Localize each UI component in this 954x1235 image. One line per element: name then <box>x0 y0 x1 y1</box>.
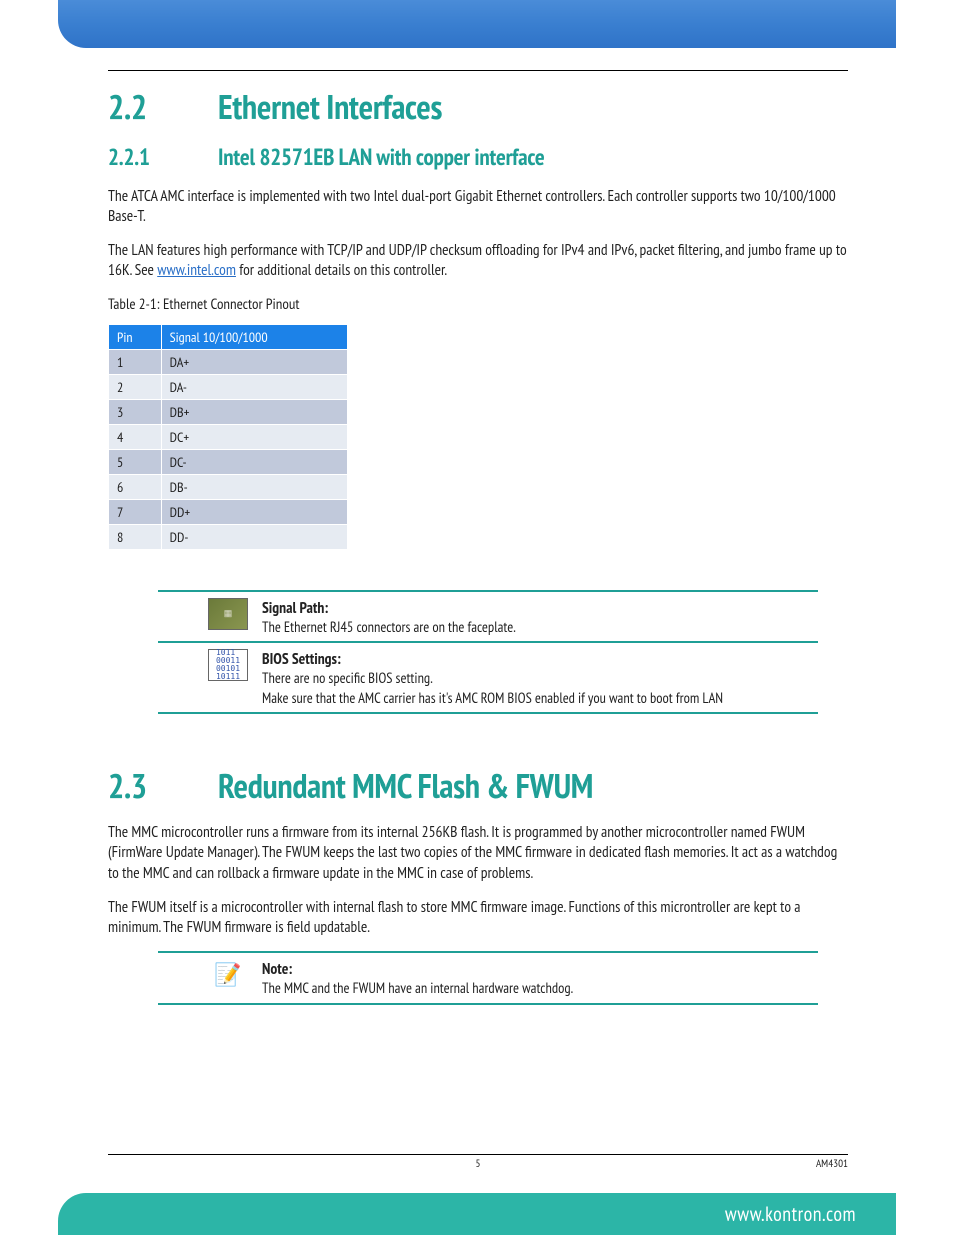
website-url: www.kontron.com <box>725 1201 856 1227</box>
table-row: 1DA+ <box>109 349 348 374</box>
paragraph: The FWUM itself is a microcontroller wit… <box>108 897 848 937</box>
heading-text: Intel 82571EB LAN with copper interface <box>218 143 545 172</box>
cell: DC+ <box>161 424 347 449</box>
table-caption: Table 2-1: Ethernet Connector Pinout <box>108 295 848 314</box>
page-number: 5 <box>476 1157 481 1171</box>
bios-callout: 1011 00011 00101 10111 BIOS Settings: Th… <box>158 649 818 714</box>
heading-number: 2.2.1 <box>108 143 218 172</box>
page-footer: 5 AM4301 <box>108 1154 848 1171</box>
intel-link[interactable]: www.intel.com <box>157 260 236 280</box>
cell: DC- <box>161 449 347 474</box>
cell: DB- <box>161 474 347 499</box>
table-header: Pin <box>109 324 162 349</box>
bottom-bar: www.kontron.com <box>58 1193 896 1235</box>
heading-number: 2.3 <box>108 764 218 808</box>
table-row: 5DC- <box>109 449 348 474</box>
cell: 2 <box>109 374 162 399</box>
cell: 7 <box>109 499 162 524</box>
cell: DD+ <box>161 499 347 524</box>
callout-title: Signal Path: <box>262 598 818 618</box>
pinout-table: Pin Signal 10/100/1000 1DA+ 2DA- 3DB+ 4D… <box>108 324 348 550</box>
heading-text: Redundant MMC Flash & FWUM <box>218 764 593 808</box>
heading-2-2-1: 2.2.1Intel 82571EB LAN with copper inter… <box>108 143 848 172</box>
top-header-bar <box>58 0 896 48</box>
heading-2-3: 2.3Redundant MMC Flash & FWUM <box>108 764 848 808</box>
paragraph: The MMC microcontroller runs a firmware … <box>108 822 848 882</box>
callout-desc: The Ethernet RJ45 connectors are on the … <box>262 618 818 638</box>
top-rule <box>108 70 848 71</box>
paragraph: The ATCA AMC interface is implemented wi… <box>108 186 848 226</box>
callout-rule <box>158 1003 818 1005</box>
cell: DA+ <box>161 349 347 374</box>
binary-icon: 1011 00011 00101 10111 <box>208 649 248 681</box>
circuit-icon: ▦ <box>208 598 248 630</box>
cell: 4 <box>109 424 162 449</box>
heading-text: Ethernet Interfaces <box>218 85 442 129</box>
note-callout: 📝 Note: The MMC and the FWUM have an int… <box>158 951 818 1005</box>
callout-title: BIOS Settings: <box>262 649 818 669</box>
text: for additional details on this controlle… <box>236 260 447 280</box>
cell: 3 <box>109 399 162 424</box>
paragraph: The LAN features high performance with T… <box>108 240 848 280</box>
callout-desc: There are no specific BIOS setting. <box>262 669 818 689</box>
cell: DA- <box>161 374 347 399</box>
table-row: 4DC+ <box>109 424 348 449</box>
table-row: 8DD- <box>109 524 348 549</box>
cell: DB+ <box>161 399 347 424</box>
table-row: 6DB- <box>109 474 348 499</box>
signal-path-callout: ▦ Signal Path: The Ethernet RJ45 connect… <box>158 590 818 644</box>
heading-number: 2.2 <box>108 85 218 129</box>
table-row: 3DB+ <box>109 399 348 424</box>
table-row: 2DA- <box>109 374 348 399</box>
doc-id: AM4301 <box>816 1157 848 1171</box>
cell: DD- <box>161 524 347 549</box>
callout-rule <box>158 590 818 592</box>
cell: 6 <box>109 474 162 499</box>
page-content: 2.2Ethernet Interfaces 2.2.1Intel 82571E… <box>108 70 848 1005</box>
cell: 8 <box>109 524 162 549</box>
callout-rule <box>158 951 818 953</box>
cell: 1 <box>109 349 162 374</box>
callout-desc: Make sure that the AMC carrier has it's … <box>262 689 818 709</box>
cell: 5 <box>109 449 162 474</box>
callout-rule <box>158 641 818 643</box>
table-row: 7DD+ <box>109 499 348 524</box>
table-header: Signal 10/100/1000 <box>161 324 347 349</box>
heading-2-2: 2.2Ethernet Interfaces <box>108 85 848 129</box>
callout-title: Note: <box>262 959 818 979</box>
callout-desc: The MMC and the FWUM have an internal ha… <box>262 979 818 999</box>
note-icon: 📝 <box>208 959 248 991</box>
